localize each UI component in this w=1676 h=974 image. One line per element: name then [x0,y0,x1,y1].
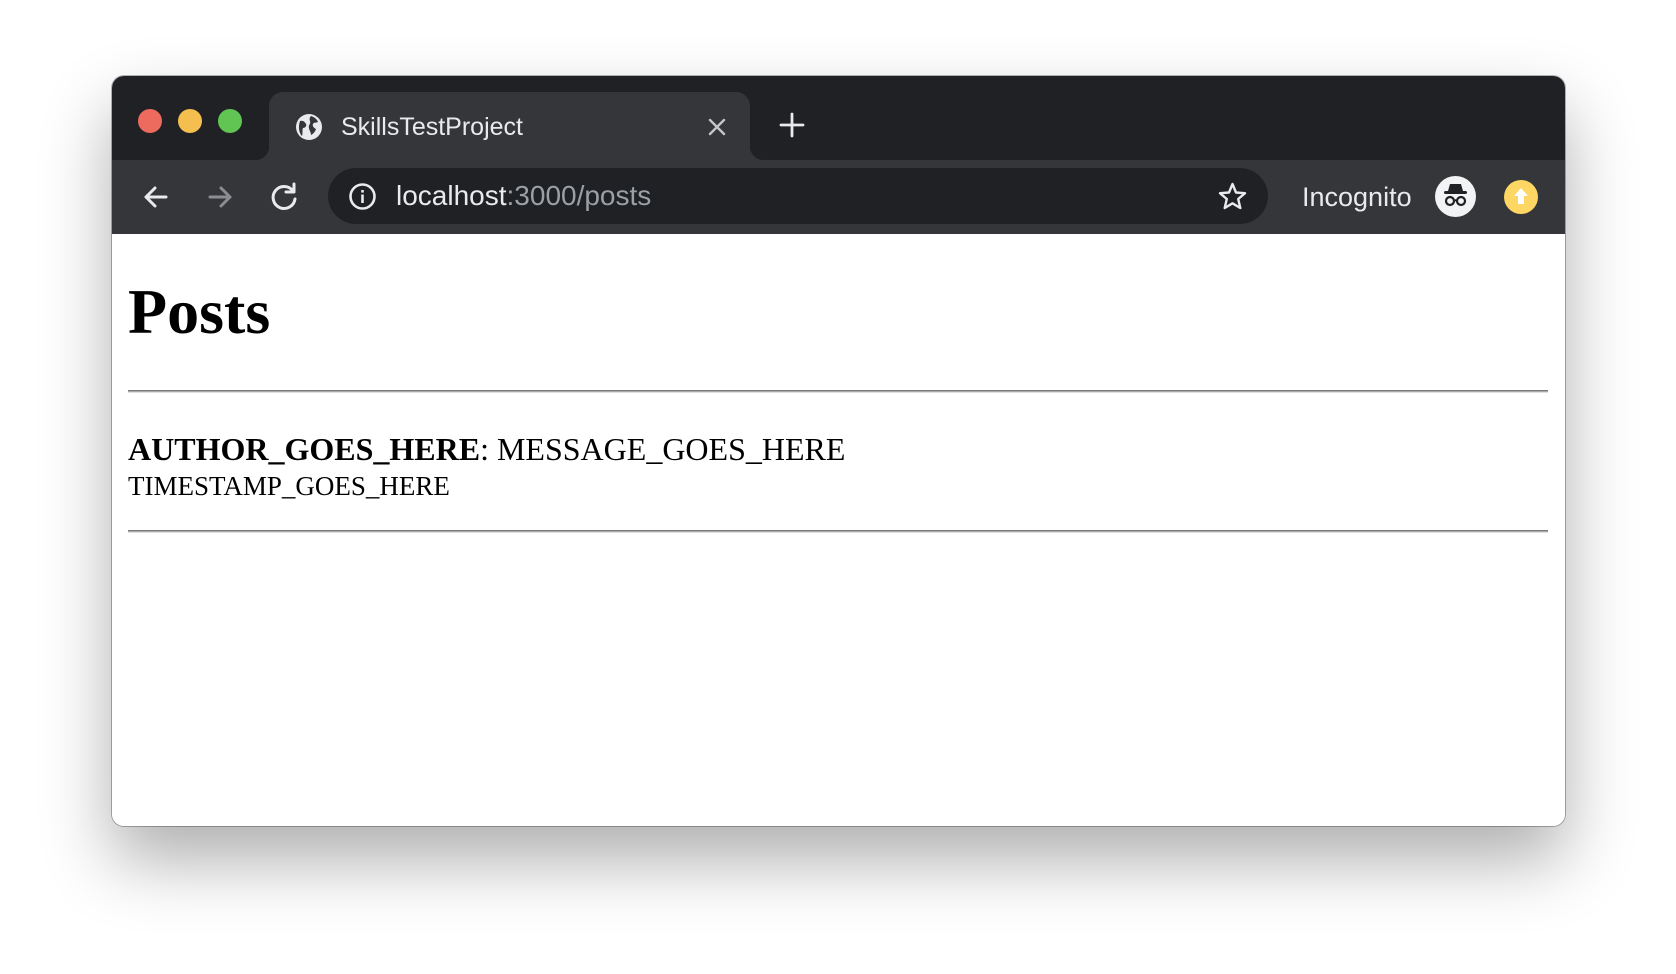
update-arrow-icon[interactable] [1504,180,1538,214]
post-author: AUTHOR_GOES_HERE [128,431,481,467]
star-icon[interactable] [1217,181,1248,212]
arrow-left-icon[interactable] [138,179,174,215]
tab-title: SkillsTestProject [341,113,523,141]
url-host: localhost [396,180,507,211]
tab-strip: SkillsTestProject [112,76,1565,160]
page-title: Posts [128,276,271,347]
window-zoom-button[interactable] [218,109,242,133]
close-icon[interactable] [705,115,729,139]
browser-window: SkillsTestProject localhost:3000/posts I… [112,76,1565,826]
post-item: AUTHOR_GOES_HERE: MESSAGE_GOES_HERE [128,430,845,468]
window-close-button[interactable] [138,109,162,133]
post-separator: : [480,431,497,467]
screenshot-stage: SkillsTestProject localhost:3000/posts I… [0,0,1676,974]
address-bar[interactable]: localhost:3000/posts [328,168,1268,224]
tab-skillstestproject[interactable]: SkillsTestProject [255,92,764,160]
reload-icon[interactable] [266,179,302,215]
divider-top [128,390,1548,393]
page-content: Posts AUTHOR_GOES_HERE: MESSAGE_GOES_HER… [112,234,1565,826]
arrow-right-icon[interactable] [202,179,238,215]
incognito-icon[interactable] [1435,176,1476,217]
post-timestamp: TIMESTAMP_GOES_HERE [128,471,450,501]
profile-label[interactable]: Incognito [1302,180,1412,214]
divider-bottom [128,530,1548,533]
plus-icon[interactable] [777,110,807,140]
post-message: MESSAGE_GOES_HERE [496,431,846,467]
address-url[interactable]: localhost:3000/posts [396,179,651,213]
browser-toolbar: localhost:3000/posts Incognito [112,160,1565,234]
info-icon[interactable] [348,182,377,211]
globe-icon [296,114,322,140]
window-minimize-button[interactable] [178,109,202,133]
url-path: :3000/posts [506,180,652,211]
